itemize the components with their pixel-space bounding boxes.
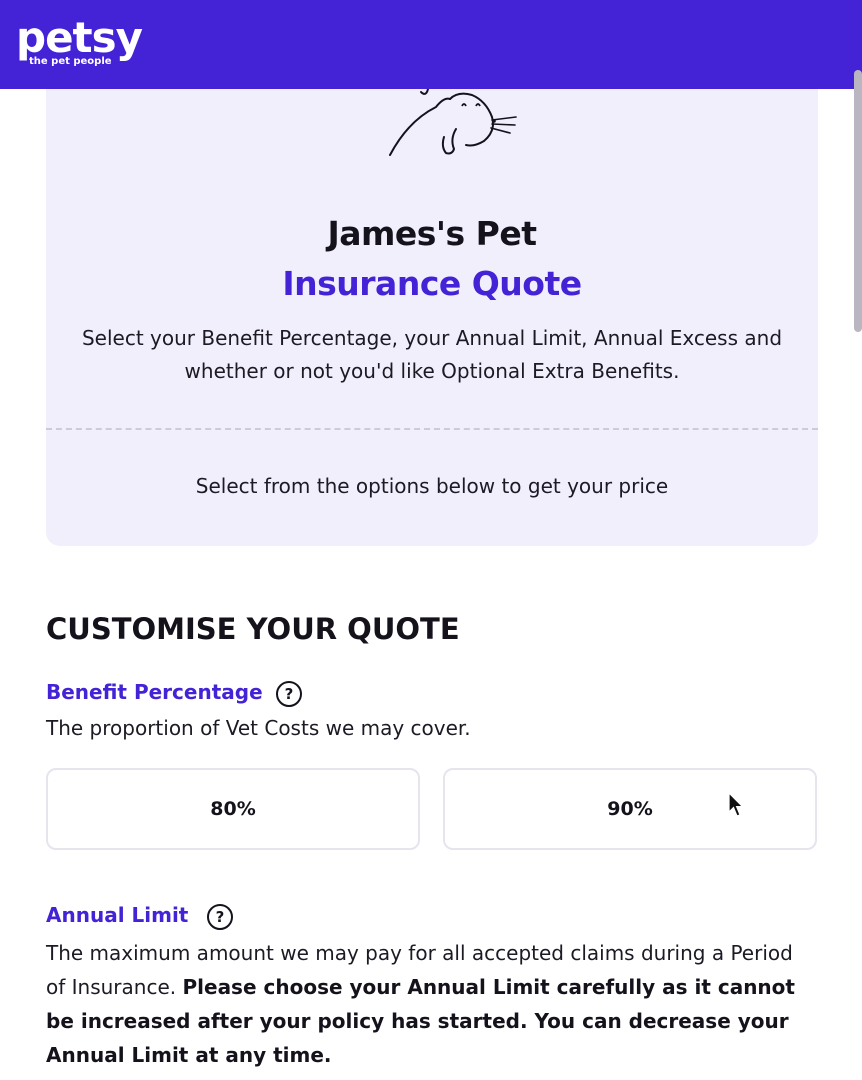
annual-limit-label: Annual Limit bbox=[46, 903, 189, 927]
benefit-percentage-description: The proportion of Vet Costs we may cover… bbox=[46, 716, 471, 740]
quote-subtitle: Insurance Quote bbox=[282, 264, 582, 303]
site-header: petsy the pet people bbox=[0, 0, 862, 89]
annual-limit-description: The maximum amount we may pay for all ac… bbox=[46, 936, 806, 1072]
quote-description: Select your Benefit Percentage, your Ann… bbox=[81, 326, 783, 383]
quote-title: James's Pet bbox=[327, 214, 537, 253]
benefit-percentage-label: Benefit Percentage bbox=[46, 680, 263, 704]
mouse-cursor-icon bbox=[728, 792, 744, 817]
page-scrollbar[interactable] bbox=[854, 70, 862, 332]
benefit-option-90[interactable]: 90% bbox=[443, 768, 817, 850]
cat-line-art-icon bbox=[389, 88, 517, 156]
benefit-percentage-help-icon[interactable]: ? bbox=[276, 681, 302, 707]
annual-limit-help-icon[interactable]: ? bbox=[207, 904, 233, 930]
customise-section-title: CUSTOMISE YOUR QUOTE bbox=[46, 612, 460, 646]
logo-wordmark: petsy bbox=[16, 13, 143, 62]
quote-summary-card: James's Pet Insurance Quote Select your … bbox=[46, 60, 818, 546]
petsy-logo[interactable]: petsy the pet people bbox=[16, 13, 143, 68]
benefit-option-80[interactable]: 80% bbox=[46, 768, 420, 850]
quote-instruction: Select from the options below to get you… bbox=[195, 474, 669, 498]
dashed-divider bbox=[46, 428, 818, 430]
